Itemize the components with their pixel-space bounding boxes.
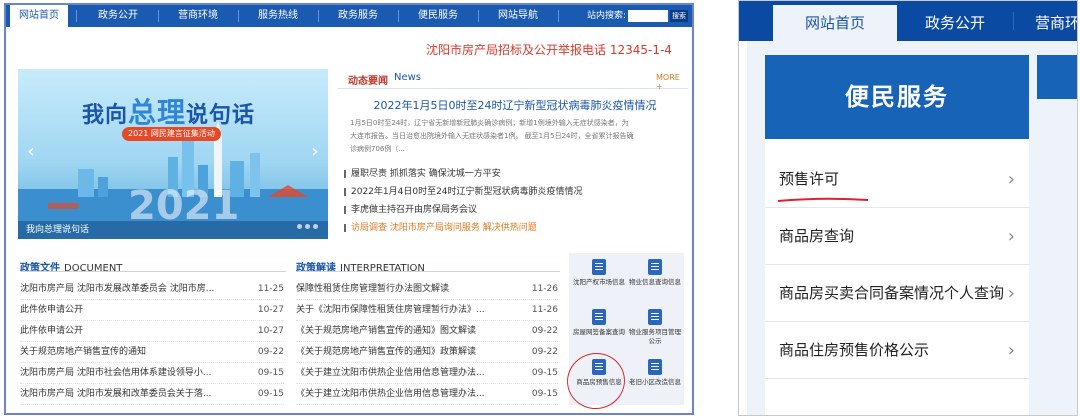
list-item[interactable]: 《关于规范房地产销售宣传的通知》政策解读 09-22: [296, 342, 558, 363]
document-icon: [648, 259, 662, 275]
nav-divider: [318, 10, 319, 22]
nav-divider: [1013, 12, 1014, 30]
document-icon: [592, 259, 606, 275]
nav-divider: [76, 10, 77, 22]
banner-caption: 我向总理说句话: [18, 221, 328, 239]
homepage-screenshot: 网站首页 政务公开 营商环境 服务热线 政务服务 便民服务 网站导航 站内搜索:…: [4, 3, 694, 415]
tab-business-environment[interactable]: 营商环境: [1015, 1, 1077, 41]
banner-badge: 2021 网民建言征集活动: [122, 127, 221, 141]
chevron-right-icon: ›: [1007, 340, 1015, 361]
service-shortcut[interactable]: 老旧小区改造信息: [627, 355, 683, 403]
nav-convenience-services[interactable]: 便民服务: [406, 5, 470, 27]
nav-government-affairs[interactable]: 政务公开: [86, 5, 150, 27]
menu-item-contract-filing-query[interactable]: 商品房买卖合同备案情况个人查询 ›: [765, 265, 1029, 322]
nav-divider: [158, 10, 159, 22]
search-button[interactable]: 搜索: [670, 10, 688, 22]
chevron-right-icon: ›: [1007, 283, 1015, 304]
news-item[interactable]: 2022年1月4日0时至24时辽宁新型冠状病毒肺炎疫情情况: [344, 183, 684, 201]
nav-divider: [478, 10, 479, 22]
news-summary: 1月5日0时至24时，辽宁省无新增新冠肺炎确诊病例；新增1例境外输入无症状感染者…: [350, 119, 634, 153]
policy-interp-list: 保障性租赁住房管理暂行办法图文解读 11-26 关于《沈阳市保障性租赁住房管理暂行…: [296, 279, 558, 405]
nav-service-hotline[interactable]: 服务热线: [246, 5, 310, 27]
list-item[interactable]: 关于《沈阳市保障性租赁住房管理暂行办法》... 11-26: [296, 300, 558, 321]
annotation-underline: [777, 197, 869, 202]
chevron-right-icon: ›: [1007, 226, 1015, 247]
chevron-left-icon[interactable]: ‹: [24, 141, 38, 163]
tab-home[interactable]: 网站首页: [773, 1, 897, 41]
document-icon: [648, 309, 662, 325]
mobile-service-screenshot: 网站首页 政务公开 营商环境 便民服务 预售许可 › 商品房查询 › 商品房买卖…: [738, 0, 1078, 416]
list-item[interactable]: 保障性租赁住房管理暂行办法图文解读 11-26: [296, 279, 558, 300]
menu-item-presale-price[interactable]: 商品住房预售价格公示 ›: [765, 322, 1029, 379]
nav-business-environment[interactable]: 营商环境: [166, 5, 230, 27]
list-item[interactable]: 沈阳市房产局 沈阳市发展和改革委员会关于落... 09-15: [20, 384, 284, 405]
search-label: 站内搜索:: [587, 11, 627, 21]
list-item[interactable]: 《关于建立沈阳市供热企业信用信息管理办法... 09-15: [296, 384, 558, 405]
service-shortcut[interactable]: 物业服务项目管理公示: [627, 305, 683, 353]
side-panel: [1037, 55, 1077, 99]
list-item[interactable]: 沈阳市房产局 沈阳市社会信用体系建设领导小... 09-15: [20, 363, 284, 384]
carousel-dots[interactable]: [294, 214, 318, 233]
news-header-en: News: [394, 72, 422, 83]
chevron-right-icon[interactable]: ›: [308, 141, 322, 163]
section-divider: [296, 271, 560, 272]
report-hotline[interactable]: 沈阳市房产局招标及公开举报电话 12345-1-4: [426, 41, 672, 58]
news-header: 动态要闻 News MORE +: [338, 71, 688, 91]
list-item[interactable]: 《关于规范房地产销售宣传的通知》图文解读 09-22: [296, 321, 558, 342]
menu-title: 便民服务: [765, 55, 1029, 139]
convenience-services-menu: 便民服务 预售许可 › 商品房查询 › 商品房买卖合同备案情况个人查询 › 商品…: [765, 55, 1029, 415]
document-icon: [648, 359, 662, 375]
nav-divider: [398, 10, 399, 22]
nav-divider: [238, 10, 239, 22]
nav-home[interactable]: 网站首页: [10, 5, 68, 27]
list-item[interactable]: 此件依申请公开 10-27: [20, 321, 284, 342]
document-icon: [592, 309, 606, 325]
news-list: 履职尽责 抓抓落实 确保沈城一方平安 2022年1月4日0时至24时辽宁新型冠状…: [344, 165, 684, 237]
top-navigation: 网站首页 政务公开 营商环境 服务热线 政务服务 便民服务 网站导航 站内搜索:…: [6, 5, 692, 27]
policy-docs-list: 沈阳市房产局 沈阳市发展改革委员会 沈阳市房... 11-25 此件依申请公开 10…: [20, 279, 284, 405]
list-item[interactable]: 此件依申请公开 10-27: [20, 300, 284, 321]
top-navigation: 网站首页 政务公开 营商环境: [739, 1, 1077, 41]
section-divider: [20, 271, 286, 272]
nav-site-map[interactable]: 网站导航: [486, 5, 550, 27]
list-item[interactable]: 沈阳市房产局 沈阳市发展改革委员会 沈阳市房... 11-25: [20, 279, 284, 300]
list-item[interactable]: 关于规范房地产销售宣传的通知 09-22: [20, 342, 284, 363]
nav-divider: [558, 10, 559, 22]
news-more-link[interactable]: MORE +: [656, 73, 688, 91]
news-item[interactable]: 李虎做主持召开由房保局务会议: [344, 201, 684, 219]
news-section: 动态要闻 News MORE + 2022年1月5日0时至24时辽宁新型冠状病毒…: [338, 71, 688, 246]
content-area: 便民服务 预售许可 › 商品房查询 › 商品房买卖合同备案情况个人查询 › 商品…: [747, 41, 1077, 415]
service-shortcut[interactable]: 沈阳产权市场信息: [571, 255, 627, 303]
list-item[interactable]: 《关于建立沈阳市供热企业信用信息管理办法... 09-15: [296, 363, 558, 384]
news-item[interactable]: 履职尽责 抓抓落实 确保沈城一方平安: [344, 165, 684, 183]
service-shortcut[interactable]: 物业信息查询信息: [627, 255, 683, 303]
chevron-right-icon: ›: [1007, 169, 1015, 190]
banner-title: 我向总理说句话: [82, 96, 256, 129]
menu-item-commercial-housing-query[interactable]: 商品房查询 ›: [765, 208, 1029, 265]
banner-carousel[interactable]: 2021 我向总理说句话 2021 网民建言征集活动 ‹ › 我向总理说句话: [18, 69, 328, 239]
news-header-cn: 动态要闻: [348, 76, 388, 87]
service-shortcut[interactable]: 房屋网签备案查询: [571, 305, 627, 353]
nav-government-services[interactable]: 政务服务: [326, 5, 390, 27]
news-item[interactable]: 访局调查 沈阳市房产局询问服务 解决供热问题: [344, 219, 684, 237]
search-input[interactable]: [628, 10, 668, 22]
tab-government-affairs[interactable]: 政务公开: [897, 1, 1013, 41]
news-headline[interactable]: 2022年1月5日0时至24时辽宁新型冠状病毒肺炎疫情情况: [350, 97, 680, 113]
